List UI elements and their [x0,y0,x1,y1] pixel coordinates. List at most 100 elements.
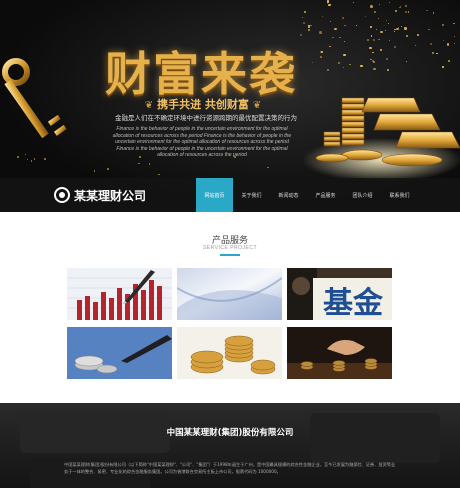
section-divider [220,254,240,256]
sparkle-dot [338,61,340,64]
sparkle-dot [432,12,435,15]
hero-slogan: 携手共进 共创财富 [118,96,288,112]
sparkle-dot [344,24,346,27]
footer-background-image [20,413,440,488]
main-nav: 网站首页 关于我们 新闻动态 产品服务 团队介绍 联系我们 [196,178,418,212]
nav-item-products[interactable]: 产品服务 [307,178,344,212]
sparkle-dot [435,52,438,55]
sparkle-dot [384,29,386,31]
svg-text:基金: 基金 [323,286,384,320]
sparkle-dot [443,39,445,41]
nav-item-team[interactable]: 团队介绍 [344,178,381,212]
sparkle-dot [364,15,367,18]
sparkle-dot [312,61,314,63]
product-tile-coins-pen[interactable] [67,327,172,379]
sparkle-dot [303,21,306,24]
sparkle-dot [397,26,399,29]
sparkle-dot [385,58,389,61]
gold-bars-coins-image [302,97,460,180]
sparkle-dot [26,158,29,161]
sparkle-dot [44,158,46,160]
sparkle-dot [432,52,434,54]
sparkle-dot [442,24,444,26]
sparkle-dot [33,158,36,160]
sparkle-dot [389,39,391,41]
footer-company-name: 中国某某理财(集团)股份有限公司 [166,428,294,438]
bar-chart-pen-image [67,268,172,320]
sparkle-dot [344,40,346,43]
sparkle-dot [343,53,346,57]
nav-item-home[interactable]: 网站首页 [196,178,233,212]
hero-english-text: Finance is the behavior of people in the… [112,126,292,159]
sparkle-dot [300,34,302,36]
sparkle-dot [452,22,455,25]
sparkle-dot [370,26,373,29]
sparkle-dot [378,39,380,41]
sparkle-dot [393,46,396,49]
sparkle-dot [373,67,376,71]
footer [0,403,460,488]
sparkle-dot [376,29,378,31]
abstract-blue-image [177,268,282,320]
sparkle-dot [374,10,376,13]
sparkle-dot [369,46,372,50]
sparkle-dot [385,19,388,22]
product-tile-bar-chart[interactable] [67,268,172,320]
sparkle-dot [310,24,312,27]
sparkle-dot [308,25,310,28]
sparkle-dot [377,17,380,20]
sparkle-dot [405,5,407,8]
sparkle-dot [329,21,331,23]
product-tile-hand-coins[interactable] [287,327,392,379]
sparkle-dot [393,30,395,33]
sparkle-dot [307,28,310,31]
sparkle-dot [400,25,403,28]
sparkle-dot [405,60,407,63]
sparkle-dot [327,68,329,71]
sparkle-dot [348,63,351,66]
sparkle-dot [370,5,373,8]
product-grid: 基金 [67,268,393,379]
nav-item-contact[interactable]: 联系我们 [381,178,418,212]
nav-item-about[interactable]: 关于我们 [233,178,270,212]
sparkle-dot [17,156,19,158]
sparkle-dot [334,27,337,30]
gold-coins-image [177,327,282,379]
sparkle-dot [430,42,433,45]
sparkle-dot [379,3,381,6]
hand-coins-image [287,327,392,379]
sparkle-dot [453,42,456,45]
hero-tagline: 金融是人们在不确定环境中进行资源跨期的最优配置决策的行为 [115,114,297,122]
sparkle-dot [367,38,370,41]
sparkle-dot [379,49,382,52]
sparkle-dot [428,28,430,30]
product-tile-abstract[interactable] [177,268,282,320]
fund-sign-image: 基金 [287,268,392,320]
logo-mark-icon [54,187,70,203]
coins-pen-image [67,327,172,379]
sparkle-dot [328,3,331,6]
sparkle-dot [320,55,323,58]
sparkle-dot [303,10,307,13]
section-subtitle: SERVICE PROJECT [202,245,258,251]
sparkle-dot [387,69,390,72]
footer-description: 中国某某理财(集团)股份有限公司（以下简称"中国某某理财"、"公司"、"集团"）… [64,462,396,474]
product-tile-gold-coins[interactable] [177,327,282,379]
sparkle-dot [360,64,363,67]
sparkle-dot [342,66,344,68]
sparkle-dot [453,36,455,38]
site-logo[interactable]: 某某理财公司 [54,184,146,206]
sparkle-dot [329,46,331,48]
sparkle-dot [370,35,373,37]
sparkle-dot [319,31,322,34]
sparkle-dot [448,60,451,63]
sparkle-dot [138,162,140,165]
product-tile-fund[interactable]: 基金 [287,268,392,320]
golden-key-icon [2,58,67,139]
nav-item-news[interactable]: 新闻动态 [270,178,307,212]
sparkle-dot [395,10,398,13]
sparkle-dot [352,1,354,4]
sparkle-dot [356,24,358,26]
sparkle-dot [342,16,345,19]
sparkle-dot [371,60,374,63]
